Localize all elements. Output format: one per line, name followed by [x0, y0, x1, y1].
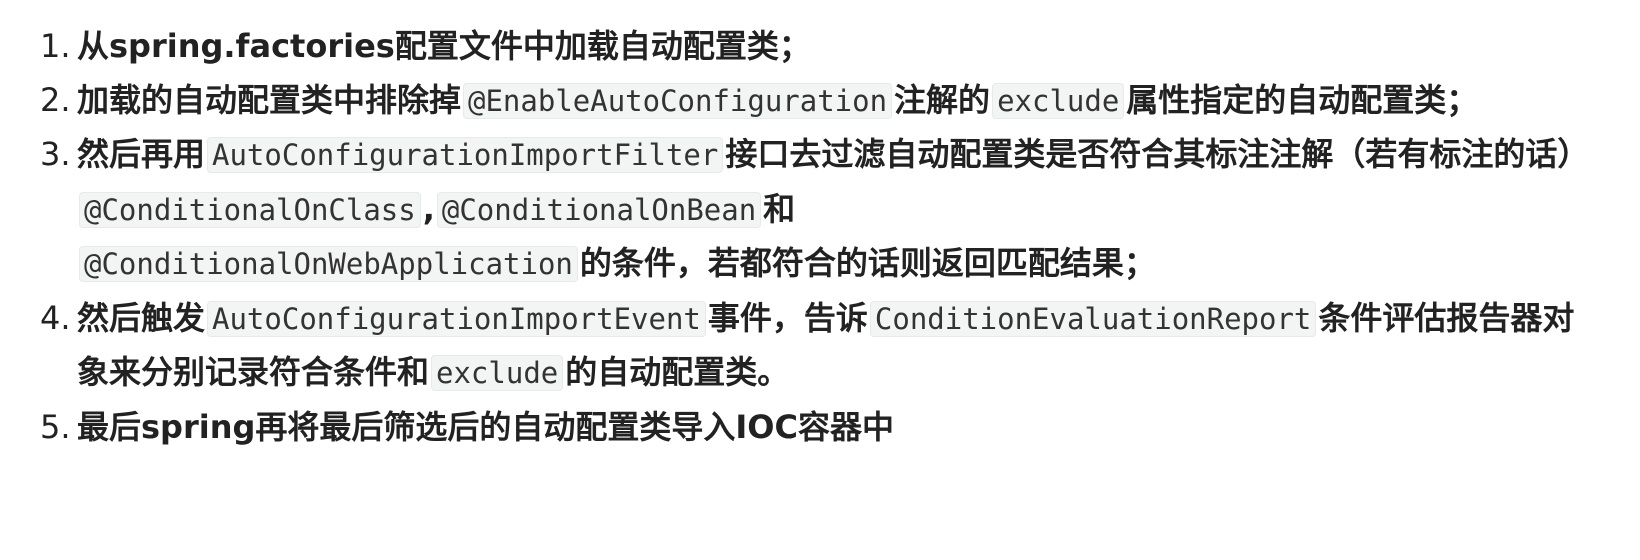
list-number: 3.: [40, 135, 71, 173]
inline-code: @EnableAutoConfiguration: [463, 82, 893, 119]
list-item-text: 加载的自动配置类中排除掉 @EnableAutoConfiguration 注解的 e…: [77, 74, 1590, 129]
text-run: 和: [763, 189, 796, 228]
text-run: 属性指定的自动配置类；: [1126, 80, 1479, 119]
ordered-list: 1. 从spring.factories配置文件中加载自动配置类； 2. 加载的…: [40, 20, 1590, 454]
inline-code: @ConditionalOnBean: [436, 191, 762, 228]
inline-code: exclude: [431, 355, 564, 391]
text-run: 然后触发: [77, 298, 206, 337]
text-run: 从spring.factories配置文件中加载自动配置类；: [77, 27, 811, 65]
text-run: 最后spring再将最后筛选后的自动配置类导入IOC容器中: [77, 407, 894, 446]
inline-code: ConditionEvaluationReport: [869, 300, 1317, 337]
inline-code: AutoConfigurationImportEvent: [207, 300, 706, 337]
list-item-step-5: 5. 最后spring再将最后筛选后的自动配置类导入IOC容器中: [40, 401, 1590, 455]
list-item-text: 最后spring再将最后筛选后的自动配置类导入IOC容器中: [77, 401, 1590, 455]
list-item-text: 然后触发 AutoConfigurationImportEvent 事件，告诉 Con…: [77, 292, 1590, 401]
inline-code: exclude: [992, 82, 1125, 119]
inline-code: AutoConfigurationImportFilter: [207, 137, 724, 173]
list-number: 2.: [40, 80, 71, 119]
list-item-step-4: 4. 然后触发 AutoConfigurationImportEvent 事件，告诉…: [40, 292, 1590, 401]
list-number: 1.: [40, 27, 71, 65]
list-item-text: 然后再用 AutoConfigurationImportFilter 接口去过滤自动…: [77, 128, 1590, 292]
text-run: 的自动配置类。: [565, 353, 790, 391]
text-run: 然后再用: [77, 135, 206, 173]
list-item-step-1: 1. 从spring.factories配置文件中加载自动配置类；: [40, 20, 1590, 74]
list-item-step-3: 3. 然后再用 AutoConfigurationImportFilter 接口去过…: [40, 128, 1590, 292]
list-item-step-2: 2. 加载的自动配置类中排除掉 @EnableAutoConfiguration 注…: [40, 74, 1590, 129]
list-number: 5.: [40, 407, 71, 446]
text-run: 事件，告诉: [707, 298, 868, 337]
text-run: 注解的: [894, 80, 991, 119]
text-run: ,: [422, 189, 435, 228]
text-run: 的条件，若都符合的话则返回匹配结果；: [579, 244, 1156, 282]
document: 1. 从spring.factories配置文件中加载自动配置类； 2. 加载的…: [0, 0, 1640, 560]
list-number: 4.: [40, 298, 71, 337]
list-item-text: 从spring.factories配置文件中加载自动配置类；: [77, 20, 1590, 74]
inline-code: @ConditionalOnClass: [79, 191, 421, 228]
text-run: 加载的自动配置类中排除掉: [77, 80, 462, 119]
inline-code: @ConditionalOnWebApplication: [79, 246, 578, 282]
text-run: 接口去过滤自动配置类是否符合其标注注解（若有标注的话）: [725, 135, 1590, 173]
